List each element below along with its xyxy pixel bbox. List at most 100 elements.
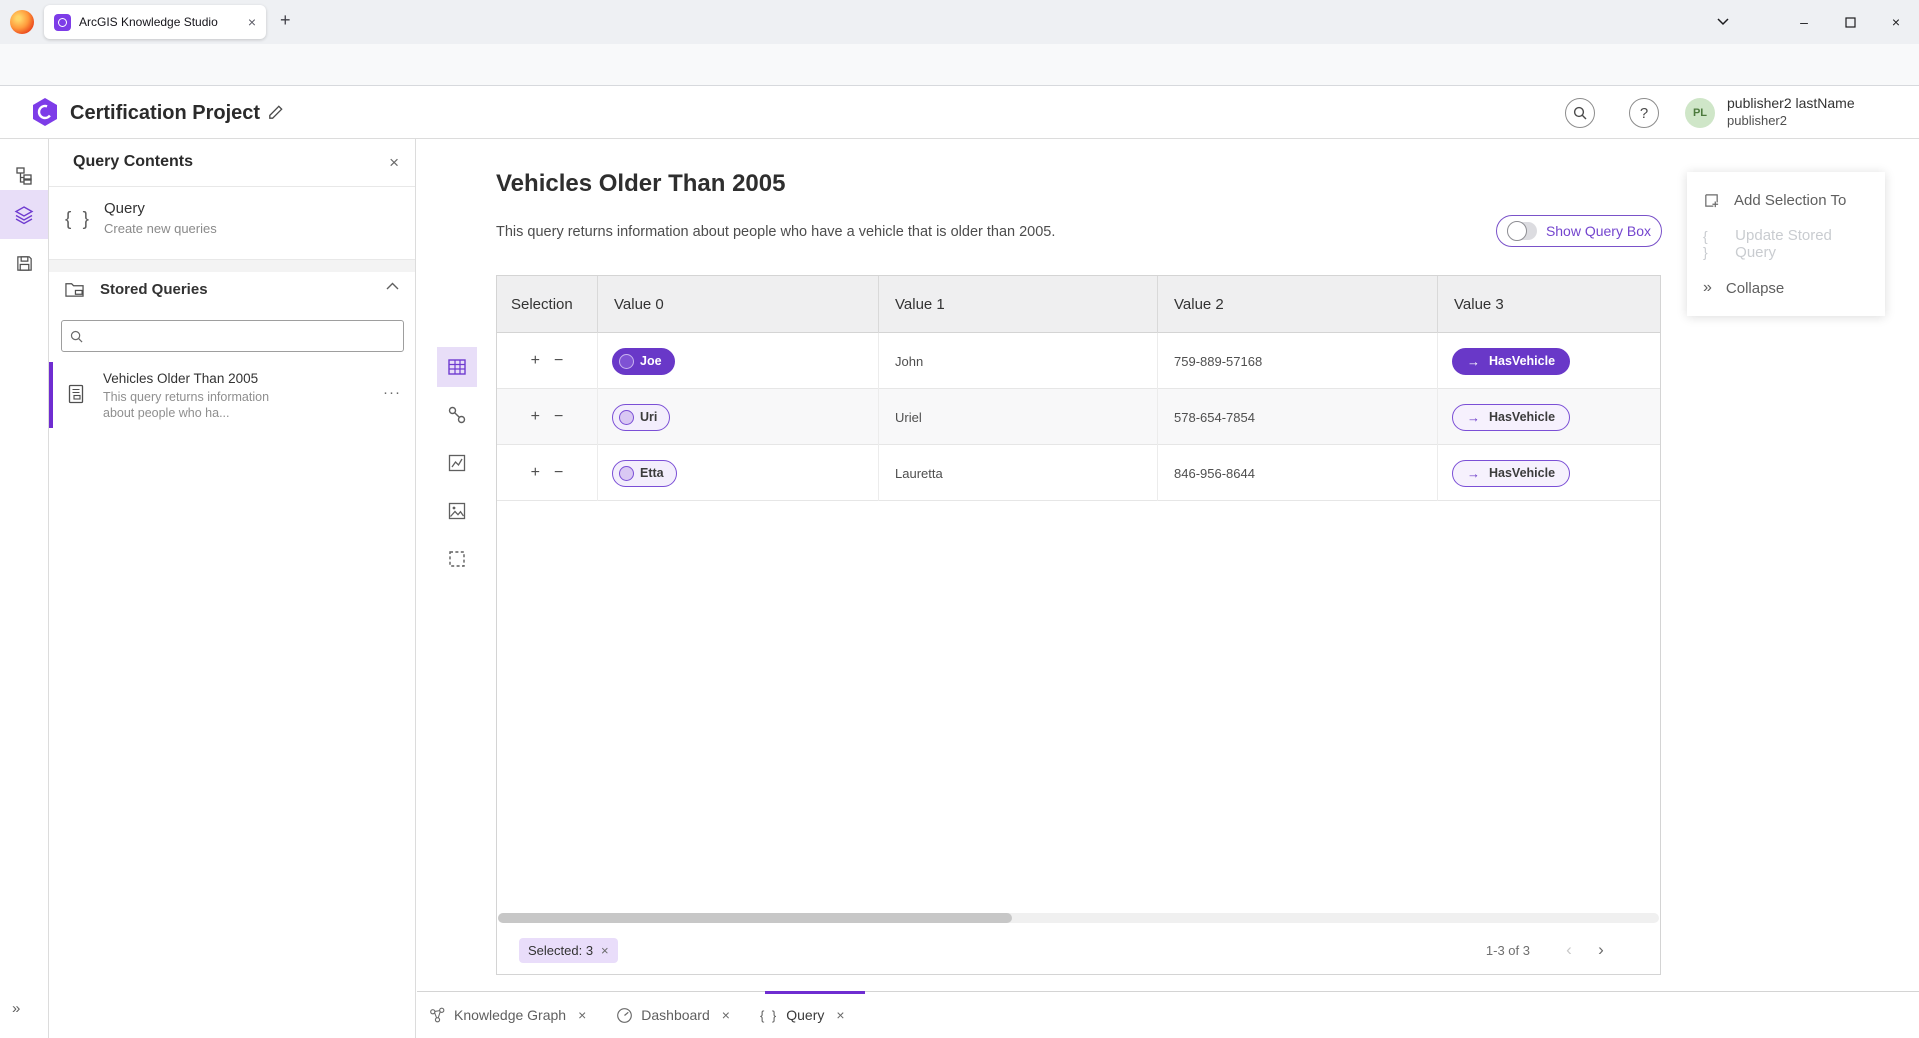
map-view-icon[interactable] xyxy=(437,491,477,531)
user-info[interactable]: publisher2 lastName publisher2 xyxy=(1727,95,1855,129)
new-tab-button[interactable]: + xyxy=(280,10,291,31)
selection-cell: + − xyxy=(497,445,598,501)
user-subtitle: publisher2 xyxy=(1727,112,1855,129)
search-button[interactable] xyxy=(1565,98,1595,128)
section-divider xyxy=(49,260,415,272)
show-query-box-toggle[interactable]: Show Query Box xyxy=(1496,215,1662,247)
select-region-icon[interactable] xyxy=(437,539,477,579)
panel-close-icon[interactable]: × xyxy=(389,154,399,171)
add-selection-icon[interactable]: + xyxy=(531,465,540,481)
table-view-icon[interactable] xyxy=(437,347,477,387)
relationship-pill[interactable]: →HasVehicle xyxy=(1452,348,1570,375)
add-selection-to-icon xyxy=(1703,192,1720,209)
col-header-selection[interactable]: Selection xyxy=(497,276,598,333)
entity-cell: Etta xyxy=(598,445,879,501)
edit-title-pencil-icon[interactable] xyxy=(266,103,285,122)
entity-dot-icon xyxy=(619,466,634,481)
toggle-label: Show Query Box xyxy=(1546,223,1651,239)
collapse-chevron-icon[interactable] xyxy=(386,282,399,290)
remove-selection-icon[interactable]: − xyxy=(554,465,563,481)
menu-item-collapse[interactable]: » Collapse xyxy=(1687,266,1885,310)
relationship-pill[interactable]: →HasVehicle xyxy=(1452,460,1570,487)
table-footer: Selected: 3 × 1-3 of 3 ‹ › xyxy=(497,923,1660,975)
page-next-icon[interactable]: › xyxy=(1588,937,1614,963)
layers-icon[interactable] xyxy=(0,190,48,239)
knowledge-studio-logo xyxy=(30,97,60,127)
double-chevron-icon: » xyxy=(1703,279,1712,297)
value2-cell: 846-956-8644 xyxy=(1158,445,1438,501)
tab-title: ArcGIS Knowledge Studio xyxy=(79,15,240,29)
panel-title: Query Contents xyxy=(73,153,193,171)
browser-tab[interactable]: ArcGIS Knowledge Studio × xyxy=(44,5,266,39)
window-minimize-button[interactable]: – xyxy=(1781,0,1827,44)
avatar[interactable]: PL xyxy=(1685,98,1715,128)
tab-label: Dashboard xyxy=(641,1007,710,1023)
arrow-icon: → xyxy=(1467,354,1480,369)
tab-close-icon[interactable]: × xyxy=(248,14,256,30)
stored-query-item[interactable]: Vehicles Older Than 2005 This query retu… xyxy=(49,362,415,428)
firefox-icon[interactable] xyxy=(10,10,34,34)
screen: ArcGIS Knowledge Studio × + – × ← → http… xyxy=(0,0,1919,1038)
col-header-value3[interactable]: Value 3 xyxy=(1438,276,1662,333)
stored-queries-searchbox[interactable] xyxy=(61,320,404,352)
save-icon[interactable] xyxy=(0,239,48,288)
relationship-cell: →HasVehicle xyxy=(1438,333,1662,389)
main-content: Vehicles Older Than 2005 This query retu… xyxy=(417,139,1919,991)
entity-pill[interactable]: Joe xyxy=(612,348,675,375)
tab-close-icon[interactable]: × xyxy=(836,1007,844,1023)
tab-list-chevron-icon[interactable] xyxy=(1700,0,1746,44)
add-selection-icon[interactable]: + xyxy=(531,353,540,369)
entity-pill[interactable]: Etta xyxy=(612,460,677,487)
toggle-knob[interactable] xyxy=(1507,221,1527,241)
horizontal-scrollbar[interactable] xyxy=(498,913,1659,923)
menu-item-update-stored-query[interactable]: { } Update Stored Query xyxy=(1687,222,1885,266)
arrow-icon: → xyxy=(1467,410,1480,425)
stored-query-options-icon[interactable]: ··· xyxy=(383,384,401,401)
menu-item-add-selection-to[interactable]: Add Selection To xyxy=(1687,178,1885,222)
stored-query-doc-icon xyxy=(67,384,85,404)
table-row[interactable]: + − Uri Uriel 578-654-7854 →HasVehicle xyxy=(497,389,1660,445)
query-item-subtitle: Create new queries xyxy=(104,221,217,236)
window-maximize-button[interactable] xyxy=(1827,0,1873,44)
relationship-cell: →HasVehicle xyxy=(1438,389,1662,445)
dashboard-gauge-icon xyxy=(616,1007,633,1024)
stored-query-title: Vehicles Older Than 2005 xyxy=(103,371,258,386)
selected-count-chip[interactable]: Selected: 3 × xyxy=(519,938,618,963)
remove-selection-icon[interactable]: − xyxy=(554,409,563,425)
tab-knowledge-graph[interactable]: Knowledge Graph × xyxy=(429,1007,586,1024)
table-row[interactable]: + − Etta Lauretta 846-956-8644 →HasVehic… xyxy=(497,445,1660,501)
table-row[interactable]: + − Joe John 759-889-57168 →HasVehicle xyxy=(497,333,1660,389)
relationship-pill[interactable]: →HasVehicle xyxy=(1452,404,1570,431)
selected-count-label: Selected: 3 xyxy=(528,943,593,958)
clear-selection-icon[interactable]: × xyxy=(601,943,609,958)
panel-header: Query Contents × xyxy=(49,139,415,187)
value2-cell: 759-889-57168 xyxy=(1158,333,1438,389)
add-selection-icon[interactable]: + xyxy=(531,409,540,425)
tab-query[interactable]: { } Query × xyxy=(760,1007,845,1023)
entity-cell: Joe xyxy=(598,333,879,389)
stored-queries-header[interactable]: Stored Queries xyxy=(49,272,415,308)
browser-titlebar: ArcGIS Knowledge Studio × + – × xyxy=(0,0,1919,44)
folder-icon xyxy=(64,280,85,299)
query-item[interactable]: { } Query Create new queries xyxy=(49,187,415,260)
toggle-track[interactable] xyxy=(1507,222,1537,240)
tab-dashboard[interactable]: Dashboard × xyxy=(616,1007,730,1024)
link-chart-view-icon[interactable] xyxy=(437,395,477,435)
help-button[interactable]: ? xyxy=(1629,98,1659,128)
tab-close-icon[interactable]: × xyxy=(722,1007,730,1023)
entity-pill[interactable]: Uri xyxy=(612,404,670,431)
tab-close-icon[interactable]: × xyxy=(578,1007,586,1023)
results-table: Selection Value 0 Value 1 Value 2 Value … xyxy=(496,275,1661,975)
scrollbar-thumb[interactable] xyxy=(498,913,1012,923)
result-title: Vehicles Older Than 2005 xyxy=(496,170,785,198)
window-close-button[interactable]: × xyxy=(1873,0,1919,44)
expand-rail-icon[interactable]: » xyxy=(12,1000,20,1017)
remove-selection-icon[interactable]: − xyxy=(554,353,563,369)
col-header-value1[interactable]: Value 1 xyxy=(879,276,1158,333)
col-header-value2[interactable]: Value 2 xyxy=(1158,276,1438,333)
user-name: publisher2 lastName xyxy=(1727,95,1855,112)
col-header-value0[interactable]: Value 0 xyxy=(598,276,879,333)
page-previous-icon[interactable]: ‹ xyxy=(1556,937,1582,963)
search-input[interactable] xyxy=(89,329,395,344)
chart-view-icon[interactable] xyxy=(437,443,477,483)
